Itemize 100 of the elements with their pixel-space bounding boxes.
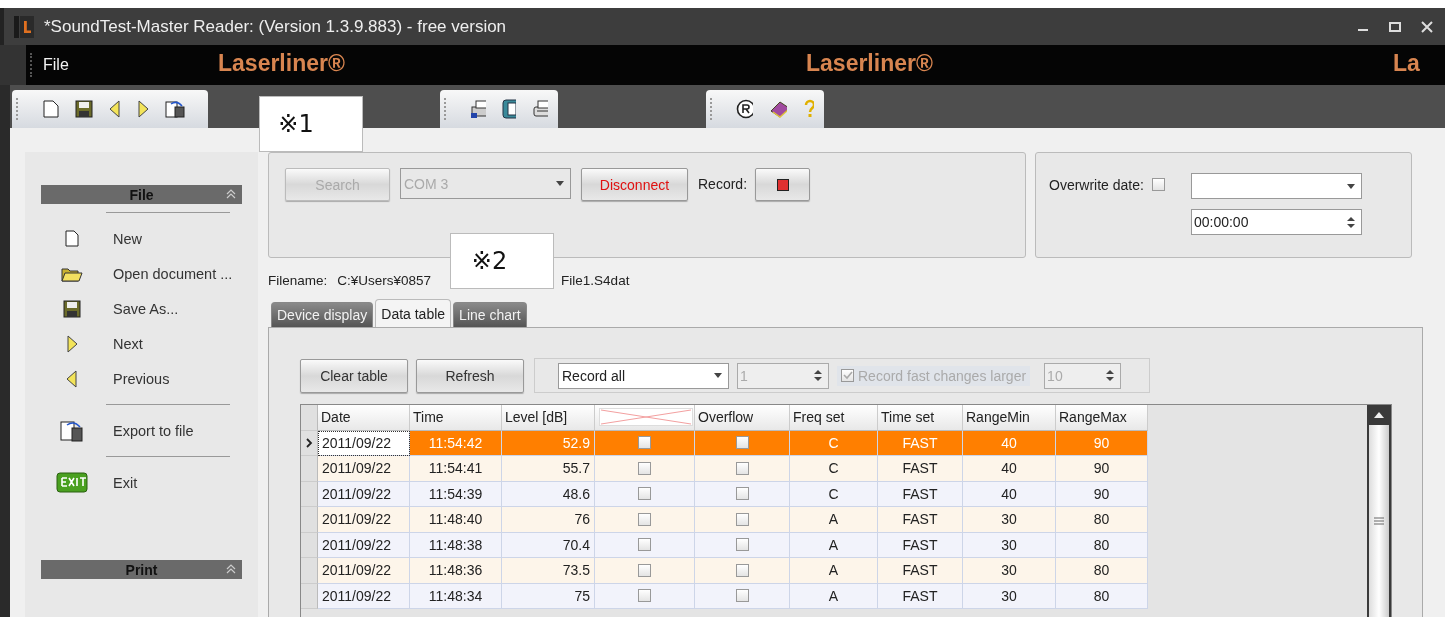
table-cell: A (790, 558, 878, 584)
help-icon[interactable] (802, 99, 814, 119)
sidebar-item[interactable]: New (41, 221, 242, 256)
printer-icon[interactable] (470, 99, 486, 119)
close-icon[interactable] (1421, 20, 1433, 33)
table-cell: 90 (1056, 430, 1148, 456)
menu-item[interactable]: File (43, 56, 69, 74)
column-header[interactable]: RangeMin (963, 405, 1056, 431)
table-cell: 70.4 (502, 532, 595, 558)
left-triangle-icon[interactable] (109, 100, 121, 118)
table-cell: FAST (878, 558, 963, 584)
table-cell: 73.5 (502, 558, 595, 584)
scroll-thumb[interactable] (1369, 425, 1389, 617)
overflow-checkbox[interactable] (735, 461, 749, 475)
table-cell: 52.9 (502, 430, 595, 456)
new-document-icon (65, 230, 79, 247)
table-cell: A (790, 583, 878, 609)
scrollbar[interactable] (1367, 405, 1391, 617)
sidebar-item[interactable]: Exit (41, 465, 242, 500)
column-header[interactable]: RangeMax (1056, 405, 1148, 431)
column-header[interactable]: Level [dB] (502, 405, 595, 431)
record-button[interactable] (755, 168, 811, 201)
filename-path: C:¥Users¥0857 (337, 272, 432, 288)
overflow-checkbox[interactable] (735, 436, 749, 450)
record-mode-dropdown[interactable]: Record all (558, 362, 729, 389)
checkbox[interactable] (638, 538, 651, 552)
maximize-icon[interactable] (1389, 20, 1401, 33)
table-cell: A (790, 532, 878, 558)
sidebar-item[interactable]: Next (41, 326, 242, 361)
table-cell: 11:48:40 (410, 507, 502, 533)
time-field[interactable]: 00:00:00 (1190, 209, 1362, 235)
overflow-checkbox[interactable] (735, 512, 749, 526)
clear-table-button[interactable]: Clear table (300, 358, 408, 393)
right-triangle-icon[interactable] (137, 100, 149, 118)
overflow-checkbox[interactable] (735, 487, 749, 501)
tab[interactable]: Device display (271, 302, 374, 327)
table-cell: 11:48:36 (410, 558, 502, 584)
table-cell: 76 (502, 507, 595, 533)
sidebar-item[interactable]: Save As... (41, 291, 242, 326)
checkbox[interactable] (638, 487, 651, 501)
book-icon[interactable] (768, 99, 787, 119)
table-cell: 90 (1056, 456, 1148, 482)
date-dropdown[interactable] (1190, 173, 1362, 199)
checkbox[interactable] (638, 461, 651, 475)
column-header[interactable] (595, 405, 695, 431)
table-cell: A (790, 507, 878, 533)
table-cell: 30 (963, 507, 1056, 533)
table-cell: 2011/09/22 (318, 430, 410, 456)
overwrite-checkbox[interactable] (1151, 178, 1165, 191)
table-cell: 30 (963, 532, 1056, 558)
disconnect-button[interactable]: Disconnect (581, 168, 688, 201)
grip-icon (1374, 517, 1384, 525)
column-header[interactable]: Time (410, 405, 502, 431)
app-logo-icon (14, 15, 34, 38)
table-cell: FAST (878, 583, 963, 609)
column-header[interactable]: Freq set (790, 405, 878, 431)
sidebar-item[interactable]: Previous (41, 361, 242, 396)
brand-logo: Laserliner® (218, 50, 345, 77)
column-header[interactable]: Date (318, 405, 410, 431)
save-icon (63, 299, 81, 318)
row-pointer-icon (305, 437, 313, 448)
table-cell: C (790, 430, 878, 456)
table-cell: 55.7 (502, 456, 595, 482)
checkbox[interactable] (638, 436, 651, 450)
table-cell: FAST (878, 430, 963, 456)
table-cell: 2011/09/22 (318, 507, 410, 533)
refresh-button[interactable]: Refresh (416, 358, 524, 393)
row-header[interactable] (301, 430, 318, 456)
export-icon[interactable] (165, 100, 185, 118)
registered-mark-icon[interactable] (736, 99, 753, 119)
column-header[interactable]: Overflow (695, 405, 790, 431)
column-header[interactable]: Time set (878, 405, 963, 431)
exit-sign-icon (56, 472, 88, 493)
new-document-icon[interactable] (43, 100, 59, 118)
page-preview-icon[interactable] (501, 99, 517, 119)
table-cell: 2011/09/22 (318, 481, 410, 507)
table-cell: 30 (963, 583, 1056, 609)
checkbox[interactable] (638, 512, 651, 526)
table-cell: FAST (878, 507, 963, 533)
annotation-label: ※1 (259, 96, 363, 152)
tab[interactable]: Line chart (453, 302, 527, 327)
sidebar-item[interactable]: Export to file (41, 413, 242, 448)
checkbox[interactable] (638, 589, 651, 603)
overflow-checkbox[interactable] (735, 538, 749, 552)
table-cell: 90 (1056, 481, 1148, 507)
sidebar-item[interactable]: Open document ... (41, 256, 242, 291)
save-icon[interactable] (75, 100, 93, 118)
checkbox[interactable] (638, 563, 651, 577)
brand-logo: La (1393, 50, 1420, 77)
right-triangle-icon (66, 334, 78, 353)
printer-icon[interactable] (532, 99, 548, 119)
table-cell: 80 (1056, 532, 1148, 558)
overflow-checkbox[interactable] (735, 589, 749, 603)
check-icon (842, 370, 853, 381)
scroll-up-icon[interactable] (1373, 411, 1385, 419)
table-cell: 2011/09/22 (318, 456, 410, 482)
annotation-label: ※2 (450, 233, 554, 289)
overflow-checkbox[interactable] (735, 563, 749, 577)
tab[interactable]: Data table (375, 299, 452, 327)
table-cell: FAST (878, 481, 963, 507)
